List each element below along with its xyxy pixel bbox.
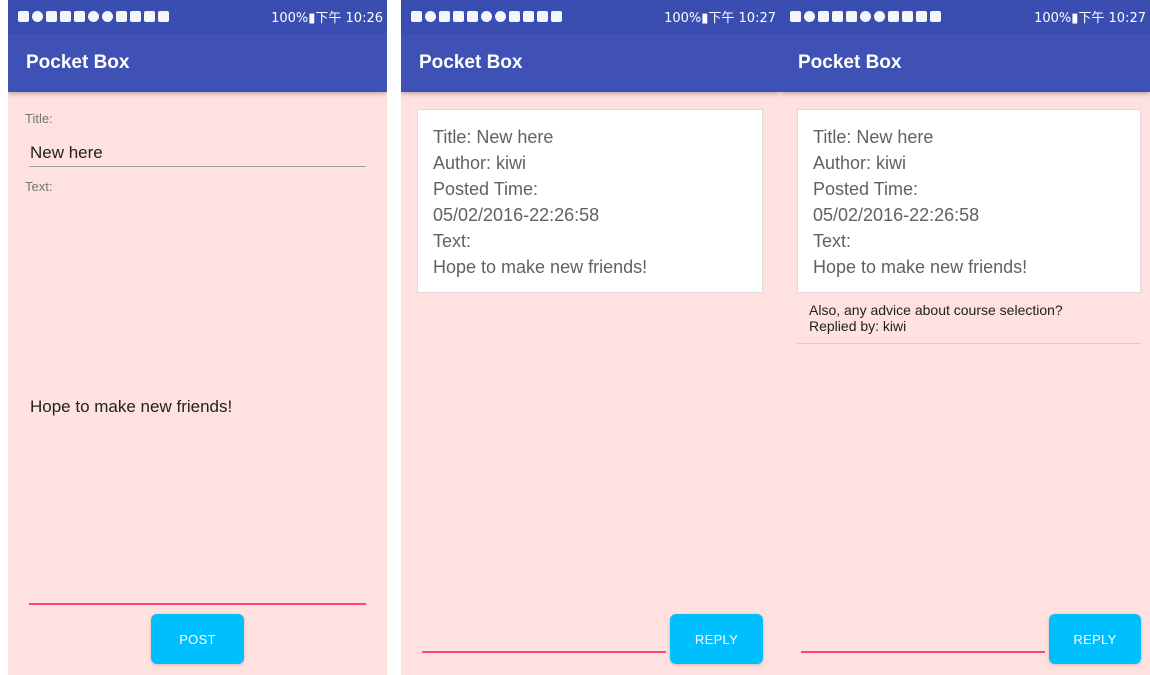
post-text-value: Hope to make new friends! bbox=[433, 257, 648, 277]
facebook-icon bbox=[453, 11, 464, 22]
download-icon bbox=[425, 11, 436, 22]
status-bar: 100%▮下午 10:26 bbox=[8, 0, 387, 33]
post-text-value: Hope to make new friends! bbox=[813, 257, 1028, 277]
gallery-icon bbox=[509, 11, 520, 22]
post-text-label: Text: bbox=[813, 231, 852, 251]
compose-screen: 100%▮下午 10:26 Pocket Box Title: New here… bbox=[8, 0, 387, 675]
battery-clock: 100%▮下午 10:27 bbox=[664, 11, 776, 26]
facebook-icon bbox=[439, 11, 450, 22]
post-text-label: Text: bbox=[433, 231, 472, 251]
gallery-icon bbox=[888, 11, 899, 22]
status-bar: 100%▮下午 10:27 bbox=[780, 0, 1150, 33]
reply-item: Also, any advice about course selection?… bbox=[809, 302, 1063, 334]
weibo-icon bbox=[860, 11, 871, 22]
title-label: Title: bbox=[25, 111, 53, 126]
linkedin-icon bbox=[523, 11, 534, 22]
facebook-icon bbox=[846, 11, 857, 22]
app-bar: Pocket Box bbox=[780, 33, 1150, 92]
text-input-underline bbox=[29, 603, 366, 605]
download-icon bbox=[32, 11, 43, 22]
facebook-icon bbox=[467, 11, 478, 22]
post-card: Title: New here Author: kiwi Posted Time… bbox=[417, 109, 763, 293]
posted-time-value: 05/02/2016-22:26:58 bbox=[433, 205, 600, 225]
reply-input[interactable] bbox=[422, 651, 666, 653]
reply-button[interactable]: REPLY bbox=[670, 614, 763, 664]
battery-clock: 100%▮下午 10:26 bbox=[271, 11, 383, 26]
reply-divider bbox=[797, 343, 1141, 344]
post-detail-screen: 100%▮下午 10:27 Pocket Box Title: New here… bbox=[401, 0, 780, 675]
title-input[interactable]: New here bbox=[30, 143, 103, 163]
reply-author: Replied by: kiwi bbox=[809, 318, 907, 334]
wifi-signal-icon bbox=[551, 11, 562, 22]
mute-icon bbox=[144, 11, 155, 22]
app-title: Pocket Box bbox=[419, 52, 523, 73]
gallery-icon bbox=[116, 11, 127, 22]
notification-icons bbox=[790, 0, 941, 33]
wechat-icon bbox=[874, 11, 885, 22]
status-bar: 100%▮下午 10:27 bbox=[401, 0, 780, 33]
weibo-icon bbox=[88, 11, 99, 22]
posted-time-value: 05/02/2016-22:26:58 bbox=[813, 205, 980, 225]
app-title: Pocket Box bbox=[26, 52, 130, 73]
wifi-signal-icon bbox=[158, 11, 169, 22]
app-bar: Pocket Box bbox=[8, 33, 387, 92]
facebook-icon bbox=[46, 11, 57, 22]
download-icon bbox=[804, 11, 815, 22]
notification-icons bbox=[18, 0, 169, 33]
wechat-icon bbox=[102, 11, 113, 22]
facebook-icon bbox=[832, 11, 843, 22]
linkedin-icon bbox=[902, 11, 913, 22]
battery-clock: 100%▮下午 10:27 bbox=[1034, 11, 1146, 26]
post-author: Author: kiwi bbox=[813, 153, 907, 173]
weibo-icon bbox=[481, 11, 492, 22]
mute-icon bbox=[537, 11, 548, 22]
message-icon bbox=[411, 11, 422, 22]
post-title: Title: New here bbox=[433, 127, 554, 147]
posted-time-label: Posted Time: bbox=[433, 179, 539, 199]
mute-icon bbox=[916, 11, 927, 22]
post-button[interactable]: POST bbox=[151, 614, 244, 664]
linkedin-icon bbox=[130, 11, 141, 22]
reply-button[interactable]: REPLY bbox=[1049, 614, 1141, 664]
message-icon bbox=[790, 11, 801, 22]
text-input[interactable]: Hope to make new friends! bbox=[30, 397, 232, 417]
text-label: Text: bbox=[25, 179, 53, 194]
reply-input[interactable] bbox=[801, 651, 1045, 653]
wechat-icon bbox=[495, 11, 506, 22]
facebook-icon bbox=[60, 11, 71, 22]
notification-icons bbox=[411, 0, 562, 33]
post-detail-with-reply-screen: 100%▮下午 10:27 Pocket Box Title: New here… bbox=[780, 0, 1150, 675]
post-card: Title: New here Author: kiwi Posted Time… bbox=[797, 109, 1141, 293]
wifi-signal-icon bbox=[930, 11, 941, 22]
app-title: Pocket Box bbox=[798, 52, 902, 73]
title-input-underline bbox=[29, 166, 366, 167]
facebook-icon bbox=[818, 11, 829, 22]
posted-time-label: Posted Time: bbox=[813, 179, 919, 199]
reply-text: Also, any advice about course selection? bbox=[809, 302, 1063, 318]
app-bar: Pocket Box bbox=[401, 33, 780, 92]
post-title: Title: New here bbox=[813, 127, 934, 147]
message-icon bbox=[18, 11, 29, 22]
post-author: Author: kiwi bbox=[433, 153, 527, 173]
facebook-icon bbox=[74, 11, 85, 22]
